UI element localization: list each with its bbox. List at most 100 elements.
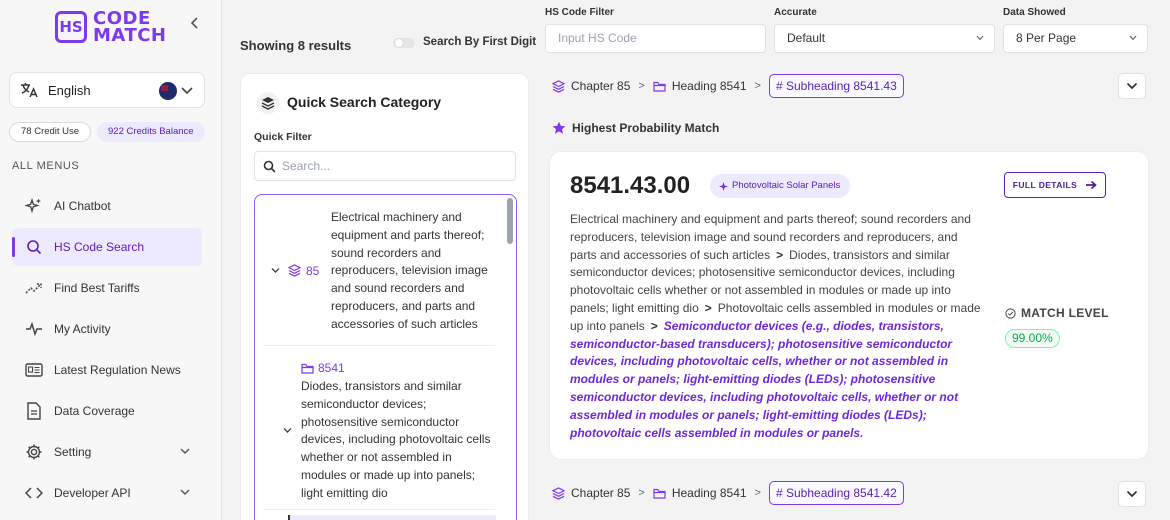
quick-search-panel: Quick Search Category Quick Filter Searc… xyxy=(240,73,529,520)
highest-match-text: Highest Probability Match xyxy=(572,121,720,135)
nav-my-activity[interactable]: My Activity xyxy=(12,310,202,348)
credit-used-badge: 78 Credit Use xyxy=(9,122,92,142)
full-details-label: FULL DETAILS xyxy=(1012,180,1078,190)
nav-data-coverage[interactable]: Data Coverage xyxy=(12,392,202,430)
nav-label: Data Coverage xyxy=(54,404,135,418)
first-digit-toggle[interactable] xyxy=(393,38,415,48)
data-showed-label: Data Showed xyxy=(1003,7,1066,18)
results-count: Showing 8 results xyxy=(240,38,352,53)
breadcrumb-heading[interactable]: Heading 8541 xyxy=(672,486,747,500)
category-tag: Photovoltaic Solar Panels xyxy=(710,174,851,198)
sparkle-icon xyxy=(24,196,44,216)
chevron-right-icon: > xyxy=(754,487,761,499)
tree-selected-subheading[interactable] xyxy=(288,515,496,520)
folder-icon xyxy=(653,488,666,499)
breadcrumb: Chapter 85 > Heading 8541 > # Subheading… xyxy=(552,481,904,505)
nav-find-best-tariffs[interactable]: Find Best Tariffs xyxy=(12,269,202,307)
layers-icon xyxy=(552,79,565,93)
hierarchy-description: Electrical machinery and equipment and p… xyxy=(570,211,985,442)
language-selector[interactable]: English xyxy=(9,72,205,108)
nav-ai-chatbot[interactable]: AI Chatbot xyxy=(12,187,202,225)
nav-hs-code-search[interactable]: HS Code Search xyxy=(12,228,202,266)
per-page-select[interactable]: 8 Per Page xyxy=(1003,24,1148,53)
code-icon xyxy=(24,483,44,503)
match-level-value: 99.00% xyxy=(1005,329,1060,348)
chevron-right-icon: > xyxy=(638,80,645,92)
result-card: 8541.43.00 Photovoltaic Solar Panels FUL… xyxy=(549,151,1149,460)
accurate-value: Default xyxy=(787,31,826,45)
chevron-down-icon[interactable] xyxy=(283,427,292,434)
check-circle-icon xyxy=(1005,307,1016,319)
chevron-right-icon: > xyxy=(704,300,712,315)
news-icon xyxy=(24,360,44,380)
full-details-button[interactable]: FULL DETAILS xyxy=(1004,172,1106,198)
hs-code: 8541.43.00 xyxy=(570,172,691,199)
nav-label: Find Best Tariffs xyxy=(54,281,140,295)
breadcrumb-chapter[interactable]: Chapter 85 xyxy=(571,486,630,500)
chapter-description: Electrical machinery and equipment and p… xyxy=(331,210,488,331)
pulse-icon xyxy=(24,319,44,339)
flag-icon xyxy=(159,82,177,100)
layers-icon xyxy=(257,92,279,114)
chevron-down-icon xyxy=(180,447,190,455)
chevron-down-icon xyxy=(180,488,190,496)
layers-icon xyxy=(288,264,301,277)
category-tree: 85 Electrical machinery and equipment an… xyxy=(254,194,517,520)
chevron-left-icon[interactable] xyxy=(190,17,200,29)
breadcrumb-heading[interactable]: Heading 8541 xyxy=(672,79,747,93)
chapter-number: 85 xyxy=(306,264,320,278)
quick-filter-input[interactable]: Search... xyxy=(254,151,516,181)
logo-line-2: MATCH xyxy=(93,25,167,46)
scrollbar[interactable] xyxy=(507,198,513,244)
chevron-down-icon xyxy=(1126,82,1138,90)
nav-label: Developer API xyxy=(54,486,131,500)
divider xyxy=(263,345,495,346)
logo-mark: HS xyxy=(55,11,87,43)
accurate-label: Accurate xyxy=(774,7,817,18)
folder-icon xyxy=(301,363,314,374)
logo[interactable]: HS CODE MATCH xyxy=(55,10,167,46)
divider xyxy=(263,509,495,510)
chevron-right-icon: > xyxy=(650,318,658,333)
breadcrumb-subheading[interactable]: # Subheading 8541.43 xyxy=(768,74,904,98)
nav-label: AI Chatbot xyxy=(54,199,111,213)
nav-label: Latest Regulation News xyxy=(54,363,181,377)
heading-number: 8541 xyxy=(318,361,345,375)
breadcrumb-subheading[interactable]: # Subheading 8541.42 xyxy=(768,481,904,505)
quick-filter-placeholder: Search... xyxy=(282,159,331,173)
nav-label: HS Code Search xyxy=(54,240,145,254)
expand-result-button[interactable] xyxy=(1118,73,1146,99)
nav-latest-regulation-news[interactable]: Latest Regulation News xyxy=(12,351,202,389)
chevron-down-icon[interactable] xyxy=(271,267,280,274)
chevron-down-icon xyxy=(976,35,984,41)
tag-label: Photovoltaic Solar Panels xyxy=(732,180,841,191)
sidebar: HS CODE MATCH English 78 Credit Use 922 … xyxy=(0,0,222,520)
hs-filter-label: HS Code Filter xyxy=(545,7,614,18)
chevron-right-icon: > xyxy=(638,487,645,499)
language-label: English xyxy=(48,82,91,98)
layers-icon xyxy=(552,486,565,500)
gear-icon xyxy=(24,442,44,462)
nav-label: My Activity xyxy=(54,322,111,336)
search-icon xyxy=(24,237,44,257)
nav-label: Setting xyxy=(54,445,92,459)
expand-result-button[interactable] xyxy=(1118,481,1146,507)
hs-code-filter-input[interactable]: Input HS Code xyxy=(545,24,766,53)
arrow-right-icon xyxy=(1086,180,1098,190)
sparkle-icon xyxy=(719,181,728,191)
breadcrumb: Chapter 85 > Heading 8541 > # Subheading… xyxy=(552,74,904,98)
translate-icon xyxy=(20,82,38,98)
chevron-right-icon: > xyxy=(754,80,761,92)
highest-match-label: Highest Probability Match xyxy=(552,121,719,135)
nav-developer-api[interactable]: Developer API xyxy=(12,474,202,512)
chevron-down-icon xyxy=(180,83,194,97)
trend-icon xyxy=(24,278,44,298)
menu-heading: ALL MENUS xyxy=(12,160,80,172)
nav-setting[interactable]: Setting xyxy=(12,433,202,471)
folder-icon xyxy=(653,81,666,92)
star-icon xyxy=(552,121,566,134)
per-page-value: 8 Per Page xyxy=(1016,31,1077,45)
accurate-select[interactable]: Default xyxy=(774,24,995,53)
document-icon xyxy=(24,401,44,421)
breadcrumb-chapter[interactable]: Chapter 85 xyxy=(571,79,630,93)
